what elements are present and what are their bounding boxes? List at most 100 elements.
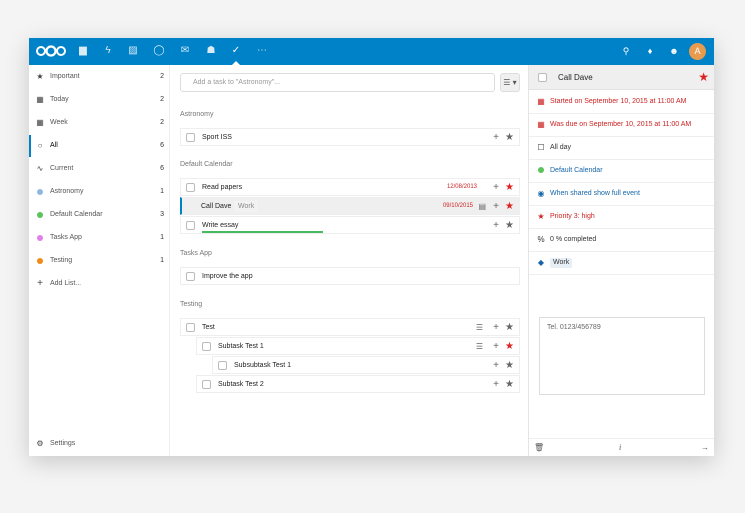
close-arrow-icon[interactable]: → — [701, 439, 709, 456]
sidebar: ★ Important 2 ▦ Today 2 ▦ Week 2 ○ All 6… — [29, 65, 170, 456]
sidebar-item-important[interactable]: ★ Important 2 — [29, 66, 170, 88]
task-checkbox[interactable] — [186, 183, 195, 192]
sidebar-item-all[interactable]: ○ All 6 — [29, 135, 170, 157]
sidebar-item-astronomy[interactable]: Astronomy 1 — [29, 181, 170, 203]
due-date-row[interactable]: ▦ Was due on September 10, 2015 at 11:00… — [529, 114, 714, 137]
task-row-selected[interactable]: Call Dave Work 09/10/2015 ▤ + ★ — [180, 197, 520, 215]
star-icon: ★ — [36, 72, 44, 81]
search-app-icon[interactable]: ◯ — [152, 44, 166, 58]
task-checkbox[interactable] — [186, 272, 195, 281]
calendar-row[interactable]: Default Calendar — [529, 160, 714, 183]
star-icon[interactable]: ★ — [698, 65, 709, 90]
sort-menu-button[interactable]: ☰ ▾ — [500, 73, 520, 92]
calendar-icon: ▦ — [537, 120, 545, 129]
details-footer: 🗑 i → — [529, 438, 714, 456]
add-subtask-icon[interactable]: + — [493, 376, 499, 393]
settings-button[interactable]: ⚙ Settings — [29, 433, 170, 455]
sidebar-item-current[interactable]: ∿ Current 6 — [29, 158, 170, 180]
tag-badge: Work — [234, 201, 259, 212]
info-icon[interactable]: i — [619, 439, 621, 456]
mail-icon[interactable]: ✉ — [178, 44, 192, 58]
task-list-panel: Add a task to "Astronomy"... ☰ ▾ Astrono… — [170, 65, 527, 456]
task-row[interactable]: Subsubtask Test 1 + ★ — [212, 356, 520, 374]
subtasks-icon[interactable]: ☰ — [476, 338, 483, 355]
task-checkbox[interactable] — [202, 342, 211, 351]
add-subtask-icon[interactable]: + — [493, 319, 499, 336]
files-icon[interactable]: ▆ — [76, 44, 90, 58]
task-checkbox[interactable] — [202, 380, 211, 389]
task-row[interactable]: Write essay + ★ — [180, 216, 520, 234]
plus-icon: + — [37, 278, 43, 289]
task-row[interactable]: Improve the app — [180, 267, 520, 285]
task-row[interactable]: Read papers 12/08/2013 + ★ — [180, 178, 520, 196]
calendar-color-dot — [538, 167, 544, 173]
task-row[interactable]: Subtask Test 1 ☰ + ★ — [196, 337, 520, 355]
task-checkbox[interactable] — [186, 133, 195, 142]
calendar-color-dot — [37, 212, 43, 218]
star-icon[interactable]: ★ — [505, 376, 514, 393]
activity-icon[interactable]: ϟ — [101, 44, 115, 58]
avatar[interactable]: A — [689, 43, 706, 60]
tags-row[interactable]: ◆ Work — [529, 252, 714, 275]
task-checkbox[interactable] — [186, 323, 195, 332]
gallery-icon[interactable]: ▨ — [126, 44, 140, 58]
task-checkbox[interactable] — [218, 361, 227, 370]
contacts-menu-icon[interactable]: ☻ — [667, 44, 681, 58]
task-row[interactable]: Sport ISS + ★ — [180, 128, 520, 146]
star-icon[interactable]: ★ — [505, 179, 514, 196]
star-icon[interactable]: ★ — [505, 198, 514, 215]
visibility-row[interactable]: ◉ When shared show full event — [529, 183, 714, 206]
group-heading: Tasks App — [180, 250, 212, 257]
task-checkbox[interactable] — [186, 221, 195, 230]
tag-badge[interactable]: Work — [550, 258, 573, 268]
details-title[interactable]: Call Dave — [558, 65, 593, 90]
calendar-icon: ▦ — [537, 97, 545, 106]
more-icon[interactable]: ⋯ — [255, 44, 269, 58]
tag-icon: ◆ — [537, 258, 545, 267]
top-bar: ▆ ϟ ▨ ◯ ✉ ☗ ✓ ⋯ ⚲ ♦ ☻ A — [29, 38, 714, 65]
star-icon[interactable]: ★ — [505, 338, 514, 355]
star-icon[interactable]: ★ — [505, 319, 514, 336]
group-heading: Testing — [180, 301, 203, 308]
checkbox-icon[interactable]: ☐ — [536, 137, 546, 159]
add-subtask-icon[interactable]: + — [493, 338, 499, 355]
add-subtask-icon[interactable]: + — [493, 129, 499, 146]
task-checkbox[interactable] — [538, 73, 547, 82]
start-date-row[interactable]: ▦ Started on September 10, 2015 at 11:00… — [529, 91, 714, 114]
eye-icon: ◉ — [537, 189, 545, 198]
task-row[interactable]: Subtask Test 2 + ★ — [196, 375, 520, 393]
sidebar-item-today[interactable]: ▦ Today 2 — [29, 89, 170, 111]
notifications-icon[interactable]: ♦ — [643, 44, 657, 58]
add-subtask-icon[interactable]: + — [493, 217, 499, 234]
all-day-row[interactable]: ☐ All day — [529, 137, 714, 160]
contacts-icon[interactable]: ☗ — [204, 44, 218, 58]
star-icon: ★ — [537, 212, 545, 221]
task-row[interactable]: Test ☰ + ★ — [180, 318, 520, 336]
calendar-icon: ▦ — [36, 95, 44, 104]
star-icon[interactable]: ★ — [505, 217, 514, 234]
add-subtask-icon[interactable]: + — [493, 198, 499, 215]
completion-row[interactable]: % 0 % completed — [529, 229, 714, 252]
sidebar-item-week[interactable]: ▦ Week 2 — [29, 112, 170, 134]
add-subtask-icon[interactable]: + — [493, 357, 499, 374]
sidebar-item-default-calendar[interactable]: Default Calendar 3 — [29, 204, 170, 226]
star-icon[interactable]: ★ — [505, 129, 514, 146]
priority-row[interactable]: ★ Priority 3: high — [529, 206, 714, 229]
sidebar-item-testing[interactable]: Testing 1 — [29, 250, 170, 272]
group-heading: Astronomy — [180, 111, 214, 118]
sidebar-item-tasks-app[interactable]: Tasks App 1 — [29, 227, 170, 249]
group-heading: Default Calendar — [180, 161, 233, 168]
tasks-icon[interactable]: ✓ — [229, 44, 243, 65]
trash-icon[interactable]: 🗑 — [534, 439, 544, 456]
add-subtask-icon[interactable]: + — [493, 179, 499, 196]
subtasks-icon[interactable]: ☰ — [476, 319, 483, 336]
notes-textarea[interactable]: Tel. 0123/456789 — [539, 317, 705, 395]
nextcloud-logo[interactable] — [35, 45, 67, 57]
add-task-input[interactable]: Add a task to "Astronomy"... — [180, 73, 495, 92]
gear-icon: ⚙ — [36, 439, 44, 448]
details-header: Call Dave ★ — [529, 65, 714, 90]
calendar-color-dot — [37, 189, 43, 195]
add-list-button[interactable]: + Add List... — [29, 273, 170, 295]
star-icon[interactable]: ★ — [505, 357, 514, 374]
search-icon[interactable]: ⚲ — [619, 44, 633, 58]
